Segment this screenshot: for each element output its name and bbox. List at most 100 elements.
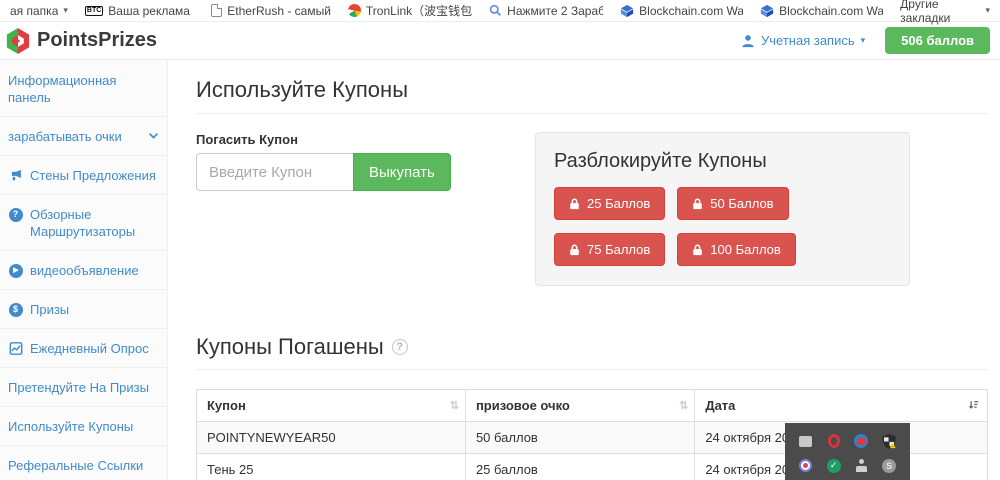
main-content: Используйте Купоны Погасить Купон Выкупа… — [168, 61, 1000, 480]
redeemed-coupons-title: Купоны Погашены ? — [196, 334, 988, 360]
search-icon — [489, 4, 502, 17]
system-tray-popup: ✓ S — [785, 423, 910, 480]
sidebar-item-label: Обзорные Маршрутизаторы — [30, 206, 159, 240]
help-icon[interactable]: ? — [392, 339, 408, 355]
sidebar-item-label: Реферальные Ссылки — [8, 457, 143, 474]
sort-icon[interactable]: ⇅ — [450, 399, 457, 412]
bookmark-item[interactable]: EtherRush - самый — [211, 4, 331, 18]
privacy-app-tray-icon[interactable] — [854, 458, 869, 473]
unlock-button-label: 50 Баллов — [710, 196, 773, 211]
sidebar-item-video-ads[interactable]: ▶ видеообъявление — [0, 251, 167, 290]
megaphone-icon — [8, 168, 23, 183]
sidebar-item-label: Призы — [30, 301, 69, 318]
unlock-75-button[interactable]: 75 Баллов — [554, 233, 665, 266]
column-header-date[interactable]: Дата — [695, 390, 988, 422]
chevron-down-icon: ▾ — [985, 5, 990, 16]
sort-desc-icon[interactable] — [968, 399, 979, 414]
antivirus-tray-icon[interactable]: ✓ — [826, 458, 841, 473]
cell-coupon: POINTYNEWYEAR50 — [197, 422, 466, 454]
account-label: Учетная запись — [761, 33, 855, 48]
bookmark-item[interactable]: Blockchain.com Wa — [620, 4, 743, 18]
sidebar-item-earn-points[interactable]: зарабатывать очки — [0, 117, 167, 156]
sync-app-tray-icon[interactable] — [854, 434, 869, 449]
sidebar-item-prizes[interactable]: $ Призы — [0, 290, 167, 329]
windows-security-tray-icon[interactable] — [882, 434, 897, 449]
bookmark-label: EtherRush - самый — [227, 4, 331, 18]
column-header-points[interactable]: призовое очко ⇅ — [465, 390, 694, 422]
blockchain-icon — [620, 4, 634, 18]
bookmark-item[interactable]: BTC Ваша реклама в с — [85, 4, 194, 18]
bookmark-label: TronLink（波宝钱包 — [366, 2, 472, 19]
chevron-down-icon: ▾ — [63, 5, 68, 16]
cell-points: 25 баллов — [465, 454, 694, 480]
sidebar-item-referral-links[interactable]: Реферальные Ссылки — [0, 446, 167, 480]
sidebar-item-claim-prizes[interactable]: Претендуйте На Призы — [0, 368, 167, 407]
divider — [196, 369, 988, 370]
sidebar-item-label: видеообъявление — [30, 262, 139, 279]
cell-coupon: Тень 25 — [197, 454, 466, 480]
column-header-coupon[interactable]: Купон ⇅ — [197, 390, 466, 422]
redeem-coupon-form: Погасить Купон Выкупать — [196, 132, 535, 286]
skype-tray-icon[interactable]: S — [882, 458, 897, 473]
other-bookmarks[interactable]: Другие закладки ▾ — [900, 0, 990, 25]
opera-tray-icon[interactable] — [826, 434, 841, 449]
sidebar-item-label: Стены Предложения — [30, 167, 156, 184]
table-header-row: Купон ⇅ призовое очко ⇅ Дата — [197, 390, 988, 422]
unlock-button-label: 75 Баллов — [587, 242, 650, 257]
unlock-50-button[interactable]: 50 Баллов — [677, 187, 788, 220]
lock-icon — [569, 198, 580, 210]
brand-name: PointsPrizes — [37, 29, 157, 52]
coupon-input[interactable] — [196, 153, 354, 191]
sidebar-item-daily-poll[interactable]: Ежедневный Опрос — [0, 329, 167, 368]
sidebar-item-label: зарабатывать очки — [8, 128, 122, 145]
bookmarks-bar: ая папка ▾ BTC Ваша реклама в с EtherRus… — [0, 0, 1000, 22]
redeem-coupon-label: Погасить Купон — [196, 132, 535, 147]
page-title: Используйте Купоны — [196, 77, 988, 103]
lock-icon — [692, 244, 703, 256]
btc-icon: BTC — [85, 6, 103, 16]
user-icon — [741, 34, 755, 48]
question-circle-icon: ? — [8, 207, 23, 222]
bookmark-folder[interactable]: ая папка ▾ — [10, 4, 68, 18]
divider — [196, 113, 988, 114]
site-header: PointsPrizes Учетная запись ▾ 506 баллов — [0, 22, 1000, 60]
brand-logo[interactable]: PointsPrizes — [10, 27, 157, 55]
chevron-down-icon: ▾ — [861, 35, 866, 46]
lock-icon — [692, 198, 703, 210]
bookmark-label: Ваша реклама в с — [108, 4, 194, 18]
pointsprizes-hexagon-icon — [4, 27, 32, 55]
sidebar-item-offer-walls[interactable]: Стены Предложения — [0, 156, 167, 195]
chart-line-icon — [8, 341, 23, 356]
blockchain-icon — [760, 4, 774, 18]
unlock-25-button[interactable]: 25 Баллов — [554, 187, 665, 220]
bookmark-label: Blockchain.com Wa — [779, 4, 883, 18]
account-menu[interactable]: Учетная запись ▾ — [741, 33, 865, 48]
play-circle-icon: ▶ — [8, 263, 23, 278]
sidebar-item-survey-routers[interactable]: ? Обзорные Маршрутизаторы — [0, 195, 167, 251]
tronlink-icon — [348, 4, 361, 17]
bookmark-folder-label: ая папка — [10, 4, 58, 18]
bookmark-label: Нажмите 2 Зараб — [507, 4, 603, 18]
sidebar: Информационная панель зарабатывать очки … — [0, 61, 168, 480]
sidebar-item-label: Используйте Купоны — [8, 418, 133, 435]
points-balance-badge[interactable]: 506 баллов — [885, 27, 990, 54]
unlock-coupons-title: Разблокируйте Купоны — [554, 150, 891, 173]
bookmark-item[interactable]: Blockchain.com Wa — [760, 4, 883, 18]
redeem-button[interactable]: Выкупать — [353, 153, 451, 191]
header-right: Учетная запись ▾ 506 баллов — [741, 27, 990, 54]
sidebar-item-use-coupons[interactable]: Используйте Купоны — [0, 407, 167, 446]
lock-icon — [569, 244, 580, 256]
sidebar-item-dashboard[interactable]: Информационная панель — [0, 61, 167, 117]
recorder-tray-icon[interactable] — [798, 458, 813, 473]
sort-icon[interactable]: ⇅ — [679, 399, 686, 412]
other-bookmarks-label: Другие закладки — [900, 0, 980, 25]
chevron-down-icon — [148, 128, 159, 145]
bookmark-item[interactable]: TronLink（波宝钱包 — [348, 2, 472, 19]
unlock-button-label: 25 Баллов — [587, 196, 650, 211]
cell-points: 50 баллов — [465, 422, 694, 454]
sidebar-item-label: Претендуйте На Призы — [8, 379, 149, 396]
unlock-100-button[interactable]: 100 Баллов — [677, 233, 796, 266]
chat-tray-icon[interactable] — [798, 434, 813, 449]
bookmark-item[interactable]: Нажмите 2 Зараб — [489, 4, 603, 18]
document-icon — [211, 4, 222, 17]
